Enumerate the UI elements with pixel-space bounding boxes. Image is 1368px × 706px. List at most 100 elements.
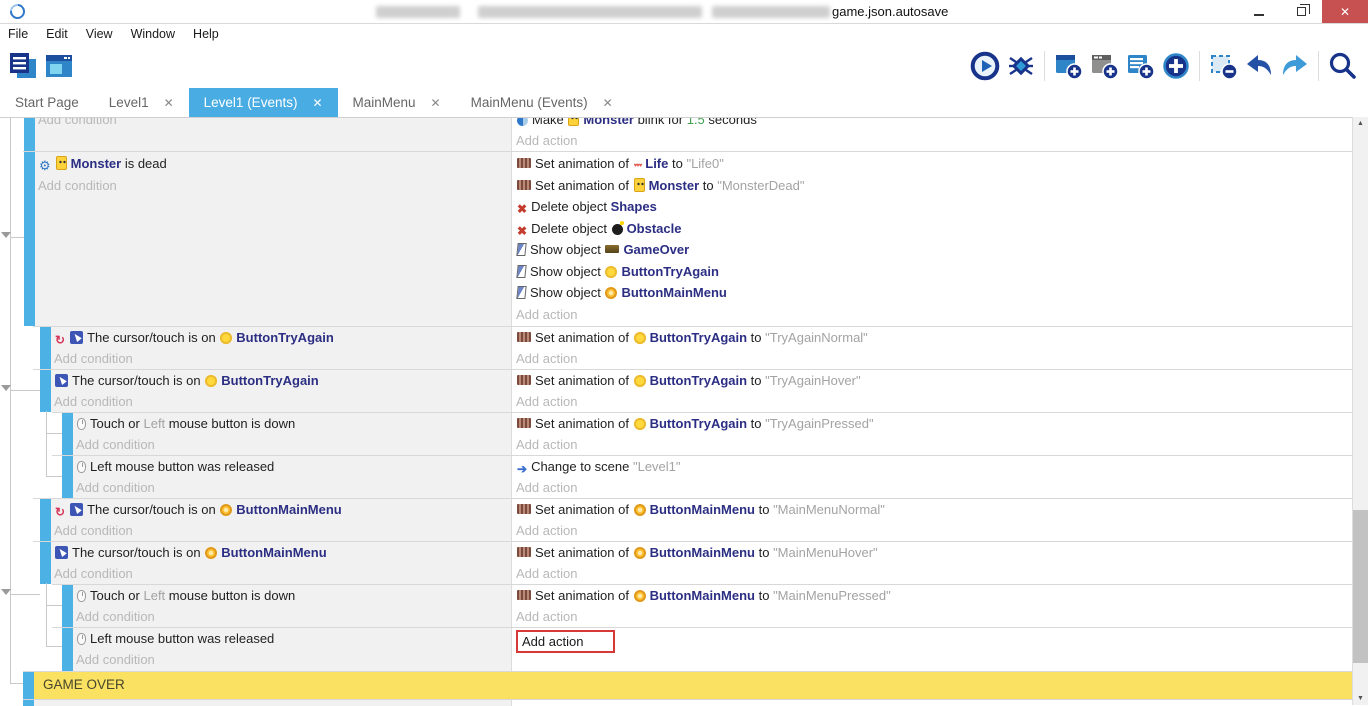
add-other-event-icon bbox=[1161, 51, 1191, 81]
add-action-button[interactable]: Add action bbox=[516, 521, 1352, 542]
menu-edit[interactable]: Edit bbox=[37, 27, 77, 41]
tab-label: MainMenu bbox=[353, 95, 416, 110]
condition-line[interactable]: The cursor/touch is on ButtonTryAgain bbox=[54, 328, 511, 349]
scroll-down-icon[interactable]: ▼ bbox=[1353, 695, 1368, 702]
start-page-button[interactable] bbox=[41, 48, 77, 84]
add-action-button[interactable]: Add action bbox=[516, 435, 1352, 456]
action-line[interactable]: Set animation of ButtonMainMenu to "Main… bbox=[516, 586, 1352, 607]
add-event-button[interactable] bbox=[1050, 48, 1086, 84]
add-condition-button[interactable]: Add condition bbox=[76, 478, 511, 499]
menu-file[interactable]: File bbox=[0, 27, 37, 41]
event-selection-bar[interactable] bbox=[40, 541, 51, 584]
event-selection-bar[interactable] bbox=[40, 369, 51, 412]
text-segment: Monster bbox=[583, 118, 634, 127]
add-condition-button[interactable]: Add condition bbox=[76, 650, 511, 671]
tab-close-icon[interactable]: ✕ bbox=[312, 96, 322, 110]
text-segment: GameOver bbox=[623, 242, 689, 257]
action-line[interactable]: Set animation of ButtonTryAgain to "TryA… bbox=[516, 371, 1352, 392]
condition-line[interactable]: The cursor/touch is on ButtonMainMenu bbox=[54, 500, 511, 521]
condition-line[interactable]: The cursor/touch is on ButtonMainMenu bbox=[54, 543, 511, 564]
scroll-up-icon[interactable]: ▲ bbox=[1353, 120, 1368, 127]
event-selection-bar[interactable] bbox=[23, 671, 34, 699]
add-action-button[interactable]: Add action bbox=[516, 478, 1352, 499]
action-line[interactable]: Change to scene "Level1" bbox=[516, 457, 1352, 478]
add-action-button[interactable]: Add action bbox=[516, 130, 1352, 151]
tab-mainmenu-events[interactable]: MainMenu (Events)✕ bbox=[456, 88, 628, 117]
add-action-button[interactable]: Add action bbox=[516, 607, 1352, 628]
minimize-button[interactable] bbox=[1238, 0, 1280, 23]
add-action-button[interactable]: Add action bbox=[516, 304, 1352, 326]
add-comment-button[interactable] bbox=[1122, 48, 1158, 84]
tab-start-page[interactable]: Start Page bbox=[0, 88, 94, 117]
condition-line[interactable]: Monster is dead bbox=[38, 153, 511, 175]
event-selection-bar[interactable] bbox=[24, 151, 35, 326]
action-line[interactable]: Set animation of ButtonTryAgain to "TryA… bbox=[516, 414, 1352, 435]
menu-window[interactable]: Window bbox=[122, 27, 184, 41]
event-selection-bar[interactable] bbox=[62, 627, 73, 671]
add-condition-button[interactable]: Add condition bbox=[38, 118, 511, 130]
add-condition-button[interactable]: Add condition bbox=[54, 349, 511, 370]
action-line[interactable]: Show object GameOver bbox=[516, 239, 1352, 261]
action-line[interactable]: Delete object Obstacle bbox=[516, 218, 1352, 240]
add-action-button[interactable]: Add action bbox=[516, 392, 1352, 413]
event-selection-bar[interactable] bbox=[62, 455, 73, 498]
comment-text[interactable]: GAME OVER bbox=[34, 671, 1352, 699]
unselect-all-button[interactable] bbox=[1205, 48, 1241, 84]
condition-line[interactable]: The cursor/touch is on ButtonTryAgain bbox=[54, 371, 511, 392]
menu-help[interactable]: Help bbox=[184, 27, 228, 41]
condition-line[interactable]: Touch or Left mouse button is down bbox=[76, 586, 511, 607]
menu-view[interactable]: View bbox=[77, 27, 122, 41]
condition-line[interactable]: Touch or Left mouse button is down bbox=[76, 414, 511, 435]
play-button[interactable] bbox=[967, 48, 1003, 84]
add-condition-button[interactable]: Add condition bbox=[76, 607, 511, 628]
text-segment: ButtonMainMenu bbox=[650, 588, 755, 603]
text-segment: to bbox=[747, 330, 765, 345]
add-condition-button[interactable]: Add condition bbox=[38, 175, 511, 197]
action-line[interactable]: Make Monster blink for 1.5 seconds bbox=[516, 118, 1352, 130]
redo-icon bbox=[1280, 51, 1310, 81]
event-selection-bar[interactable] bbox=[62, 584, 73, 627]
tab-mainmenu[interactable]: MainMenu ✕ bbox=[338, 88, 456, 117]
add-condition-button[interactable]: Add condition bbox=[54, 521, 511, 542]
coin-orange-icon bbox=[605, 287, 617, 299]
action-line[interactable]: Show object ButtonMainMenu bbox=[516, 282, 1352, 304]
debug-button[interactable] bbox=[1003, 48, 1039, 84]
event-selection-bar[interactable] bbox=[62, 412, 73, 455]
redo-button[interactable] bbox=[1277, 48, 1313, 84]
add-subevent-button[interactable] bbox=[1086, 48, 1122, 84]
add-condition-button[interactable]: Add condition bbox=[54, 564, 511, 585]
tab-level1-events[interactable]: Level1 (Events)✕ bbox=[189, 88, 338, 117]
add-comment-icon bbox=[1125, 51, 1155, 81]
animation-icon bbox=[517, 158, 531, 168]
event-selection-bar[interactable] bbox=[40, 326, 51, 369]
event-selection-bar[interactable] bbox=[24, 118, 35, 151]
search-button[interactable] bbox=[1324, 48, 1360, 84]
condition-line[interactable]: Left mouse button was released bbox=[76, 457, 511, 478]
add-condition-button[interactable]: Add condition bbox=[54, 392, 511, 413]
action-line[interactable]: Delete object Shapes bbox=[516, 196, 1352, 218]
add-condition-button[interactable]: Add condition bbox=[76, 435, 511, 456]
text-segment: mouse button is down bbox=[165, 588, 295, 603]
action-line[interactable]: Set animation of Monster to "MonsterDead… bbox=[516, 175, 1352, 197]
condition-line[interactable]: Left mouse button was released bbox=[76, 629, 511, 650]
add-other-event-button[interactable] bbox=[1158, 48, 1194, 84]
scrollbar-thumb[interactable] bbox=[1353, 510, 1368, 663]
action-line[interactable]: Set animation of ButtonMainMenu to "Main… bbox=[516, 500, 1352, 521]
add-action-button-highlighted[interactable]: Add action bbox=[516, 629, 1352, 650]
restore-button[interactable] bbox=[1280, 0, 1322, 23]
add-action-button[interactable]: Add action bbox=[516, 564, 1352, 585]
tab-close-icon[interactable]: ✕ bbox=[431, 96, 441, 110]
action-line[interactable]: Set animation of ButtonMainMenu to "Main… bbox=[516, 543, 1352, 564]
tab-close-icon[interactable]: ✕ bbox=[603, 96, 613, 110]
action-line[interactable]: Set animation of Life to "Life0" bbox=[516, 153, 1352, 175]
action-line[interactable]: Show object ButtonTryAgain bbox=[516, 261, 1352, 283]
close-button[interactable]: ✕ bbox=[1322, 0, 1368, 23]
action-line[interactable]: Set animation of ButtonTryAgain to "TryA… bbox=[516, 328, 1352, 349]
tab-close-icon[interactable]: ✕ bbox=[164, 96, 174, 110]
undo-button[interactable] bbox=[1241, 48, 1277, 84]
project-manager-button[interactable] bbox=[5, 48, 41, 84]
event-selection-bar[interactable] bbox=[40, 498, 51, 541]
vertical-scrollbar[interactable]: ▲ ▼ bbox=[1352, 117, 1368, 705]
tab-level1[interactable]: Level1✕ bbox=[94, 88, 189, 117]
add-action-button[interactable]: Add action bbox=[516, 349, 1352, 370]
